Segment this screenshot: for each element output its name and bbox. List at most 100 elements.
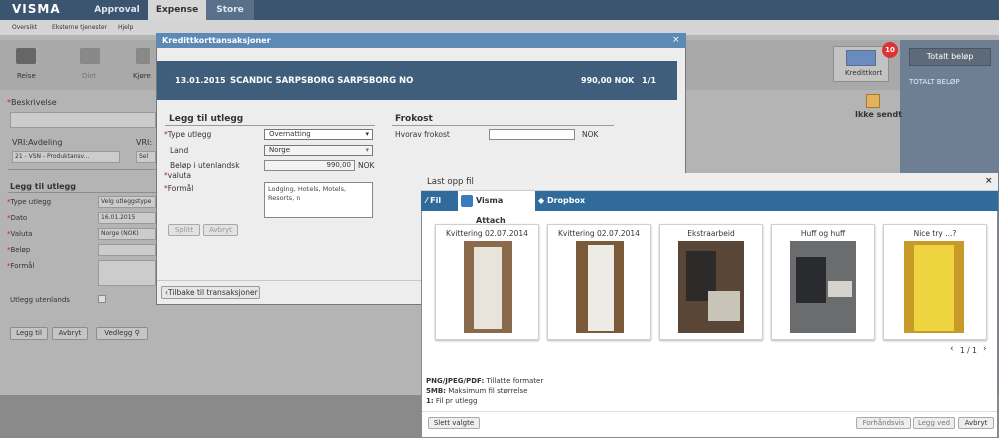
attachment-card[interactable]: Ekstraarbeid	[659, 224, 763, 340]
avbryt-button[interactable]: Avbryt	[52, 327, 88, 340]
document-icon	[866, 94, 880, 108]
tab-approval[interactable]: Approval	[82, 0, 152, 20]
attachment-card[interactable]: Kvittering 02.07.2014	[435, 224, 539, 340]
frokost-label: Hvorav frokost	[395, 130, 450, 139]
attachment-title: Kvittering 02.07.2014	[558, 229, 640, 238]
subnav-eksterne[interactable]: Eksterne tjenester	[52, 24, 107, 31]
valuta-select[interactable]: Norge (NOK)	[98, 228, 156, 240]
beskrivelse-input[interactable]	[10, 112, 156, 128]
tab-dropbox[interactable]: ◆ Dropbox	[538, 191, 598, 211]
legg-til-button[interactable]: Legg til	[10, 327, 48, 340]
info-size-text: Maksimum fil størrelse	[448, 387, 528, 395]
frokost-input[interactable]	[489, 129, 575, 140]
back-to-transactions-button[interactable]: ‹Tilbake til transaksjoner	[161, 286, 260, 299]
land-label: Land	[170, 146, 189, 155]
car-icon	[136, 48, 150, 64]
vedlegg-button[interactable]: Vedlegg ⚲	[96, 327, 148, 340]
belop-input[interactable]: 990,00	[264, 160, 355, 171]
pagination-text: 1 / 1	[960, 346, 977, 355]
attachment-card[interactable]: Kvittering 02.07.2014	[547, 224, 651, 340]
tab-fil[interactable]: ⁄ Fil	[426, 191, 458, 211]
photo-thumbnail	[790, 241, 856, 333]
caret-down-icon: ▾	[365, 146, 369, 154]
subnav-hjelp[interactable]: Hjelp	[118, 24, 133, 31]
info-format-text: Tillatte formater	[486, 377, 544, 385]
dato-label: Dato	[10, 214, 28, 222]
kredittkort-label: Kredittkort	[845, 69, 883, 77]
credit-card-icon	[846, 50, 876, 66]
receipt-thumbnail	[904, 241, 964, 333]
vedlegg-label: Vedlegg	[104, 329, 133, 337]
tab-dropbox-label: Dropbox	[546, 196, 586, 205]
belop-label: Beløp i utenlandsk	[170, 161, 240, 170]
totalt-belop-label: TOTALT BELØP	[909, 78, 960, 86]
count-badge: 10	[882, 42, 898, 58]
ribbon-diet[interactable]: Diet	[82, 72, 96, 80]
attachment-card[interactable]: Nice try ...?	[883, 224, 987, 340]
avdeling-select[interactable]: 21 - VSN - Produktansv...	[12, 151, 120, 163]
dialog-title: Kredittkorttansaksjoner	[156, 33, 686, 48]
avbryt-upload-button[interactable]: Avbryt	[958, 417, 994, 429]
ribbon-reise[interactable]: Reise	[17, 72, 36, 80]
utenlands-label: Utlegg utenlands	[10, 296, 70, 304]
divider	[165, 125, 375, 126]
dato-input[interactable]: 16.01.2015	[98, 212, 156, 224]
divider	[8, 169, 156, 170]
upload-dialog-title: Last opp fil	[421, 173, 998, 191]
tab-expense[interactable]: Expense	[148, 0, 206, 20]
paperclip-icon: ⁄	[426, 196, 428, 205]
vri2-select[interactable]: Sel	[136, 151, 156, 163]
vri2-label: VRI:	[136, 138, 153, 147]
formal-label: Formål	[167, 184, 194, 193]
divider	[422, 411, 997, 412]
formal-input[interactable]	[98, 260, 156, 286]
attachment-card[interactable]: Huff og huff	[771, 224, 875, 340]
receipt-thumbnail	[576, 241, 624, 333]
type-utlegg-label: Type utlegg	[167, 130, 212, 139]
transaction-amount: 990,00 NOK	[581, 76, 635, 85]
valuta-label: valuta	[167, 171, 192, 180]
land-select[interactable]: Norge ▾	[264, 145, 373, 156]
close-icon[interactable]: ×	[985, 176, 993, 186]
legg-ved-button[interactable]: Legg ved	[913, 417, 955, 429]
subnav-oversikt[interactable]: Oversikt	[12, 24, 37, 31]
divider	[392, 125, 614, 126]
plate-icon	[80, 48, 100, 64]
back-label: Tilbake til transaksjoner	[168, 288, 258, 297]
attachment-title: Nice try ...?	[913, 229, 957, 238]
belop-input[interactable]	[98, 244, 156, 256]
utenlands-checkbox[interactable]	[98, 295, 106, 303]
slett-valgte-button[interactable]: Slett valgte	[428, 417, 480, 429]
forhandsvis-button[interactable]: Forhåndsvis	[856, 417, 911, 429]
totalt-belop-button[interactable]: Totalt beløp	[909, 48, 991, 66]
legg-til-utlegg-title: Legg til utlegg	[169, 114, 244, 124]
type-utlegg-value: Overnatting	[269, 130, 311, 138]
valuta-label: Valuta	[10, 230, 33, 238]
formal-textarea[interactable]: Lodging, Hotels, Motels, Resorts, n	[264, 182, 373, 218]
type-utlegg-select[interactable]: Overnatting ▾	[264, 129, 373, 140]
ribbon-kjore[interactable]: Kjøre	[133, 72, 151, 80]
splitt-button[interactable]: Splitt	[168, 224, 200, 236]
dropbox-icon: ◆	[538, 196, 545, 205]
tab-fil-label: Fil	[430, 196, 442, 205]
attachment-title: Ekstraarbeid	[687, 229, 735, 238]
pagination-next[interactable]: ›	[983, 344, 987, 354]
close-icon[interactable]: ×	[672, 35, 680, 45]
type-label: Type utlegg	[10, 198, 52, 206]
legg-til-utlegg-heading: Legg til utlegg	[10, 182, 76, 191]
photo-thumbnail	[678, 241, 744, 333]
receipt-thumbnail	[464, 241, 512, 333]
suitcase-icon	[16, 48, 36, 64]
info-size-key: 5MB:	[426, 387, 446, 395]
tab-store[interactable]: Store	[206, 0, 254, 20]
belop-label: Beløp	[10, 246, 31, 254]
formal-label: Formål	[10, 262, 35, 270]
type-select[interactable]: Velg utleggstype	[98, 196, 156, 208]
avbryt-button[interactable]: Avbryt	[203, 224, 238, 236]
visma-logo: VISMA	[12, 2, 61, 16]
transaction-date: 13.01.2015	[175, 76, 226, 85]
pagination-prev[interactable]: ‹	[950, 344, 954, 354]
info-format-key: PNG/JPEG/PDF:	[426, 377, 485, 385]
attachment-title: Kvittering 02.07.2014	[446, 229, 528, 238]
status-ikke-sendt: Ikke sendt	[855, 110, 903, 119]
